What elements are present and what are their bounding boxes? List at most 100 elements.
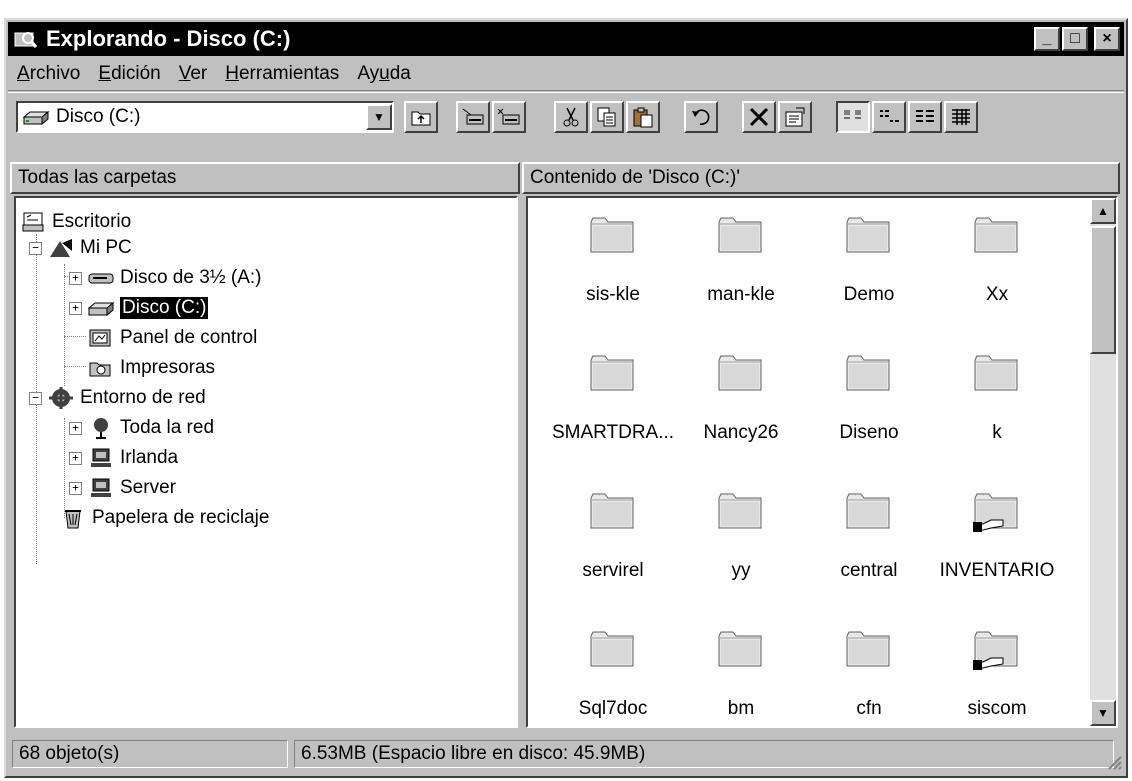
tree-label: Disco de 3½ (A:) [120, 267, 262, 288]
large-icons-view-button[interactable] [836, 101, 870, 133]
tree-item-recycle-bin[interactable]: Papelera de reciclaje [58, 504, 269, 532]
folder-icon [717, 490, 765, 532]
menu-ver[interactable]: Ver [170, 63, 217, 85]
folder-item[interactable]: yy [676, 490, 806, 600]
folder-item[interactable]: bm [676, 628, 806, 726]
copy-button[interactable] [590, 101, 624, 133]
copy-icon [597, 107, 616, 127]
expand-floppy-toggle[interactable]: + [69, 272, 82, 285]
folder-label: Demo [843, 284, 895, 305]
title-bar[interactable]: Explorando - Disco (C:) _ □ × [8, 22, 1124, 56]
tree-item-floppy[interactable]: Disco de 3½ (A:) [86, 264, 262, 292]
delete-button[interactable] [742, 101, 776, 133]
hard-drive-icon [86, 296, 116, 320]
scroll-up-button[interactable]: ▲ [1090, 198, 1116, 224]
vertical-scrollbar[interactable]: ▲ ▼ [1090, 198, 1116, 726]
folder-label: central [840, 560, 898, 581]
folder-item[interactable]: Sql7doc [548, 628, 678, 726]
large-icons-view-icon [844, 110, 861, 119]
up-folder-button[interactable] [404, 101, 438, 133]
scroll-thumb[interactable] [1090, 226, 1116, 354]
undo-button[interactable] [684, 101, 718, 133]
shared-folder-icon [972, 628, 1021, 670]
delete-icon [749, 107, 769, 127]
close-button[interactable]: × [1094, 27, 1120, 51]
folder-item[interactable]: siscom [932, 628, 1062, 726]
close-icon: × [1102, 30, 1112, 47]
expand-entire-network-toggle[interactable]: + [69, 422, 82, 435]
folder-label: k [992, 422, 1002, 443]
tree-label: Mi PC [80, 237, 132, 258]
folder-item[interactable]: Diseno [804, 352, 934, 462]
tree-item-server[interactable]: Server [86, 474, 176, 502]
folder-item[interactable]: Xx [932, 214, 1062, 324]
list-view-button[interactable] [908, 101, 942, 133]
tree-label: Server [120, 477, 176, 498]
folder-item[interactable]: SMARTDRA... [548, 352, 678, 462]
address-dropdown-button[interactable]: ▼ [366, 104, 392, 130]
details-view-icon [952, 109, 970, 125]
folder-icon [845, 214, 893, 256]
tree-item-irlanda[interactable]: Irlanda [86, 444, 178, 472]
folder-icon [717, 628, 765, 670]
folder-label: Sql7doc [578, 698, 648, 719]
scroll-down-button[interactable]: ▼ [1090, 700, 1116, 726]
folder-item[interactable]: cfn [804, 628, 934, 726]
folder-item[interactable]: Nancy26 [676, 352, 806, 462]
tree-item-network[interactable]: Entorno de red [46, 384, 206, 412]
globe-icon [86, 416, 116, 440]
folder-item[interactable]: INVENTARIO [932, 490, 1062, 600]
expand-irlanda-toggle[interactable]: + [69, 452, 82, 465]
folder-tree[interactable]: Escritorio − Mi PC + Disco de 3½ (A:) + … [14, 196, 518, 728]
computer-icon [86, 446, 116, 470]
tree-label: Panel de control [120, 327, 258, 348]
tree-item-drive-c[interactable]: Disco (C:) [86, 294, 210, 322]
cut-button[interactable] [554, 101, 588, 133]
resize-grip-icon[interactable] [1104, 752, 1122, 770]
tree-item-printers[interactable]: Impresoras [86, 354, 215, 382]
menu-ayuda[interactable]: Ayuda [348, 63, 420, 85]
disconnect-drive-button[interactable] [492, 101, 526, 133]
minimize-icon: _ [1042, 30, 1052, 47]
paste-button[interactable] [626, 101, 660, 133]
collapse-network-toggle[interactable]: − [29, 392, 42, 405]
map-drive-button[interactable] [456, 101, 490, 133]
folder-label: Xx [985, 284, 1009, 305]
tree-item-mi-pc[interactable]: Mi PC [46, 234, 132, 262]
explorer-icon [14, 28, 40, 50]
map-drive-icon [462, 108, 484, 125]
expand-server-toggle[interactable]: + [69, 482, 82, 495]
folder-item[interactable]: Demo [804, 214, 934, 324]
tree-item-entire-network[interactable]: Toda la red [86, 414, 214, 442]
menu-archivo[interactable]: Archivo [8, 63, 89, 85]
folder-label: SMARTDRA... [551, 422, 675, 443]
menu-edicion[interactable]: Edición [89, 63, 169, 85]
expand-drive-c-toggle[interactable]: + [69, 302, 82, 315]
folder-label: yy [731, 560, 751, 581]
folder-contents[interactable]: sis-kle man-kle Demo Xx SMARTDRA... Nancy26 Di… [526, 196, 1118, 728]
address-combo[interactable]: Disco (C:) ▼ [16, 101, 394, 133]
address-value: Disco (C:) [56, 106, 141, 127]
folder-icon [845, 490, 893, 532]
menu-herramientas[interactable]: Herramientas [216, 63, 348, 85]
tree-item-desktop[interactable]: Escritorio [18, 208, 131, 236]
maximize-button[interactable]: □ [1062, 27, 1088, 51]
properties-button[interactable] [778, 101, 812, 133]
tree-item-control-panel[interactable]: Panel de control [86, 324, 257, 352]
minimize-button[interactable]: _ [1034, 27, 1060, 51]
undo-icon [692, 109, 710, 125]
arrow-up-icon: ▲ [1097, 204, 1109, 218]
small-icons-view-button[interactable] [872, 101, 906, 133]
folder-item[interactable]: man-kle [676, 214, 806, 324]
folder-label: cfn [856, 698, 882, 719]
folder-item[interactable]: sis-kle [548, 214, 678, 324]
folder-item[interactable]: servirel [548, 490, 678, 600]
explorer-window: Explorando - Disco (C:) _ □ × Archivo Ed… [4, 18, 1128, 778]
properties-icon [785, 107, 805, 127]
folder-icon [589, 352, 637, 394]
folder-item[interactable]: k [932, 352, 1062, 462]
folder-icon [589, 628, 637, 670]
collapse-mi-pc-toggle[interactable]: − [29, 242, 42, 255]
folder-item[interactable]: central [804, 490, 934, 600]
details-view-button[interactable] [944, 101, 978, 133]
